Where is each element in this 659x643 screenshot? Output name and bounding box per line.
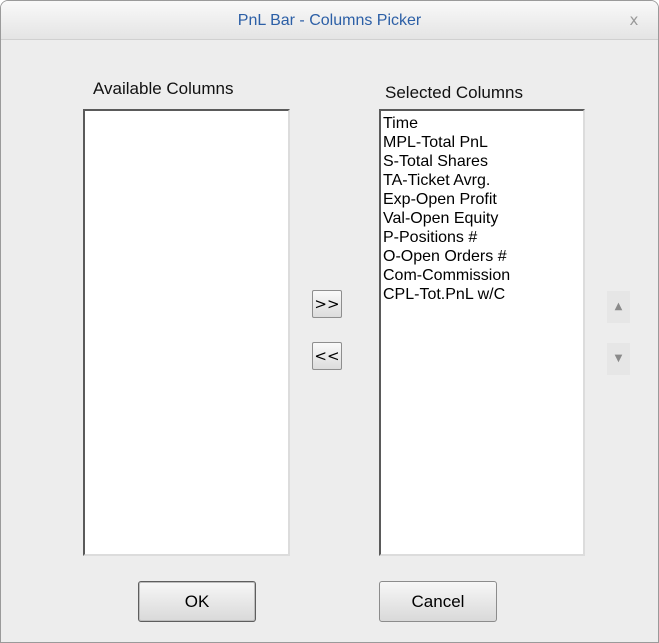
list-item[interactable]: Exp-Open Profit [383,190,583,209]
list-item[interactable]: S-Total Shares [383,152,583,171]
list-item[interactable]: P-Positions # [383,228,583,247]
cancel-button[interactable]: Cancel [379,581,497,622]
list-item[interactable]: Val-Open Equity [383,209,583,228]
selected-items: Time MPL-Total PnL S-Total Shares TA-Ticket… [381,111,583,304]
ok-button[interactable]: OK [138,581,256,622]
triangle-down-icon: ▼ [614,353,623,364]
remove-column-button[interactable]: << [312,342,342,370]
triangle-up-icon: ▲ [614,301,623,312]
list-item[interactable]: Com-Commission [383,266,583,285]
list-item[interactable]: TA-Ticket Avrg. [383,171,583,190]
list-item[interactable]: O-Open Orders # [383,247,583,266]
add-column-button[interactable]: >> [312,290,342,318]
list-item[interactable]: MPL-Total PnL [383,133,583,152]
list-item[interactable]: CPL-Tot.PnL w/C [383,285,583,304]
available-columns-list[interactable] [83,109,290,556]
move-down-button[interactable]: ▼ [607,343,630,375]
available-columns-label: Available Columns [93,79,234,98]
selected-columns-list[interactable]: Time MPL-Total PnL S-Total Shares TA-Ticket… [379,109,585,556]
columns-picker-dialog: PnL Bar - Columns Picker x Available Col… [0,0,659,643]
list-item[interactable]: Time [383,114,583,133]
title-bar[interactable]: PnL Bar - Columns Picker x [1,1,658,40]
move-up-button[interactable]: ▲ [607,291,630,323]
close-icon[interactable]: x [624,10,644,30]
window-title: PnL Bar - Columns Picker [237,12,422,29]
available-items [85,111,288,114]
selected-columns-label: Selected Columns [385,83,523,102]
